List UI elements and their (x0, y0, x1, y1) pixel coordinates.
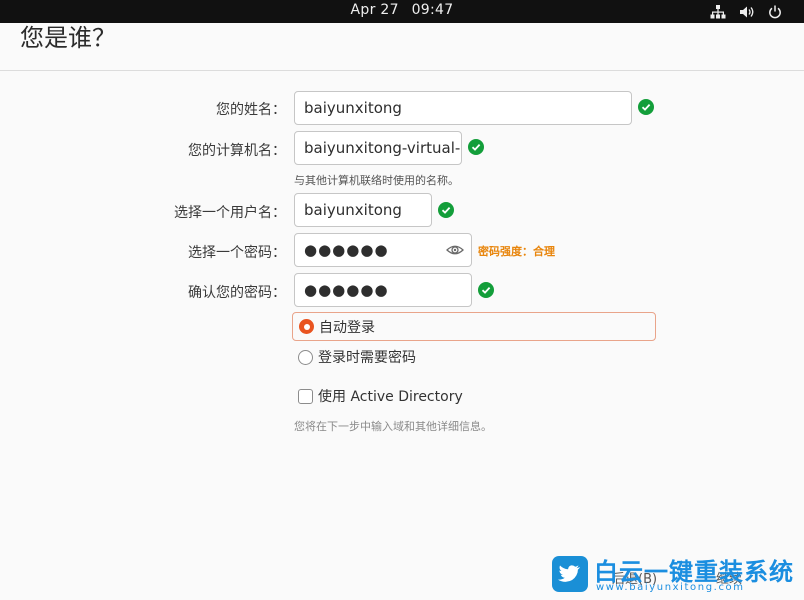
volume-icon[interactable] (737, 0, 757, 23)
watermark-url: www.baiyunxitong.com (596, 582, 745, 593)
bird-logo-icon (552, 556, 588, 592)
name-label: 您的姓名： (216, 102, 286, 118)
name-valid-icon (638, 99, 654, 115)
password-strength-text: 密码强度：合理 (478, 245, 555, 258)
auto-login-label: 自动登录 (319, 319, 375, 336)
computer-name-hint: 与其他计算机联络时使用的名称。 (294, 174, 459, 187)
time-label: 09:47 (411, 2, 454, 18)
computer-name-label: 您的计算机名： (188, 143, 286, 159)
auto-login-option[interactable]: 自动登录 (292, 312, 656, 341)
header-divider (0, 70, 804, 71)
top-bar: Apr 27 09:47 (0, 0, 804, 23)
active-directory-label: 使用 Active Directory (318, 389, 463, 405)
require-password-radio[interactable] (298, 349, 313, 365)
network-icon[interactable] (708, 0, 728, 23)
confirm-password-field[interactable]: ●●●●●● (294, 273, 472, 307)
name-field[interactable]: baiyunxitong (294, 91, 632, 125)
username-field[interactable]: baiyunxitong (294, 193, 432, 227)
page-title: 您是谁？ (20, 24, 116, 52)
confirm-password-valid-icon (478, 282, 494, 298)
require-password-option[interactable]: 登录时需要密码 (298, 346, 416, 368)
confirm-password-label: 确认您的密码： (188, 285, 286, 301)
clock[interactable]: Apr 27 09:47 (0, 0, 804, 23)
active-directory-checkbox[interactable] (298, 388, 313, 404)
auto-login-radio[interactable] (299, 319, 314, 334)
computer-name-field[interactable]: baiyunxitong-virtual-m (294, 131, 462, 165)
watermark: 白云一键重装系统 www.baiyunxitong.com (552, 552, 798, 596)
username-label: 选择一个用户名： (174, 205, 286, 221)
power-icon[interactable] (765, 0, 785, 23)
username-valid-icon (438, 202, 454, 218)
show-password-eye-icon[interactable] (445, 240, 465, 260)
active-directory-hint: 您将在下一步中输入域和其他详细信息。 (294, 420, 492, 433)
active-directory-option[interactable]: 使用 Active Directory (298, 385, 463, 407)
password-label: 选择一个密码： (188, 245, 286, 261)
date-label: Apr 27 (350, 2, 399, 18)
require-password-label: 登录时需要密码 (318, 350, 416, 366)
computer-name-valid-icon (468, 139, 484, 155)
